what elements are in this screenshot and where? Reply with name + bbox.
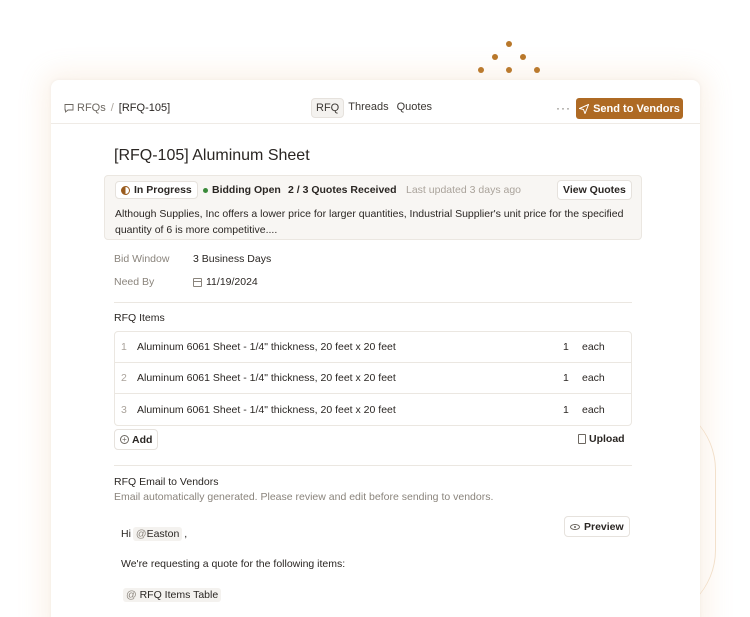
file-icon (578, 434, 586, 444)
need-by-label: Need By (114, 276, 155, 288)
recipient-mention[interactable]: @Easton (132, 527, 183, 541)
eye-icon (570, 523, 580, 530)
row-quantity[interactable]: 1 (563, 341, 569, 353)
email-greeting[interactable]: Hi @Easton , (121, 527, 187, 541)
tab-quotes[interactable]: Quotes (393, 98, 436, 118)
status-panel: In Progress Bidding Open 2 / 3 Quotes Re… (104, 175, 642, 240)
row-quantity[interactable]: 1 (563, 372, 569, 384)
divider (114, 302, 632, 303)
page-title: [RFQ-105] Aluminum Sheet (114, 147, 310, 164)
row-number: 3 (121, 403, 127, 416)
row-unit[interactable]: each (582, 341, 605, 353)
status-summary: Although Supplies, Inc offers a lower pr… (115, 208, 624, 236)
status-badge-bidding: Bidding Open (203, 181, 281, 199)
at-icon: @ (126, 589, 137, 601)
table-mention-label: RFQ Items Table (139, 589, 219, 601)
last-updated-text: Last updated 3 days ago (406, 184, 522, 196)
add-item-button[interactable]: + Add (114, 429, 159, 450)
breadcrumb-root[interactable]: RFQs (77, 102, 106, 114)
progress-icon (121, 185, 130, 195)
email-section-title: RFQ Email to Vendors (114, 476, 219, 488)
row-number: 1 (121, 341, 127, 353)
row-description[interactable]: Aluminum 6061 Sheet - 1/4" thickness, 20… (137, 341, 396, 353)
need-by-date: 11/19/2024 (206, 276, 258, 288)
plus-icon: + (120, 435, 129, 444)
bid-window-text: 3 Business Days (193, 253, 272, 265)
tab-bar: RFQ Threads Quotes (311, 98, 436, 118)
calendar-icon (193, 277, 202, 287)
bid-window-value[interactable]: 3 Business Days (193, 253, 271, 265)
rfq-items-table: 1 Aluminum 6061 Sheet - 1/4" thickness, … (114, 331, 632, 426)
rfq-card: RFQs / [RFQ-105] RFQ Threads Quotes ··· … (51, 80, 700, 617)
need-by-value[interactable]: 11/19/2024 (193, 276, 258, 288)
table-mention[interactable]: @ RFQ Items Table (123, 588, 222, 602)
send-icon (579, 103, 590, 114)
more-options-button[interactable]: ··· (556, 101, 571, 115)
rfq-items-title: RFQ Items (114, 312, 165, 324)
at-icon: @ (135, 528, 147, 540)
top-bar: RFQs / [RFQ-105] RFQ Threads Quotes ··· … (51, 80, 700, 124)
row-description[interactable]: Aluminum 6061 Sheet - 1/4" thickness, 20… (137, 404, 396, 416)
status-progress-label: In Progress (134, 184, 192, 196)
table-row[interactable]: 3 Aluminum 6061 Sheet - 1/4" thickness, … (115, 394, 631, 425)
send-to-vendors-label: Send to Vendors (593, 102, 680, 115)
upload-label: Upload (589, 433, 625, 445)
table-row[interactable]: 1 Aluminum 6061 Sheet - 1/4" thickness, … (115, 332, 631, 363)
row-number: 2 (121, 372, 127, 384)
decor-dot (506, 67, 512, 73)
status-bidding-label: Bidding Open (212, 184, 281, 196)
decor-dot (478, 67, 484, 73)
breadcrumb: RFQs / [RFQ-105] (64, 102, 170, 114)
upload-button[interactable]: Upload (578, 433, 625, 445)
add-item-label: Add (132, 433, 153, 446)
chat-icon (64, 104, 74, 113)
status-badge-progress: In Progress (115, 181, 198, 199)
view-quotes-button[interactable]: View Quotes (557, 180, 632, 200)
decor-dot (534, 67, 540, 73)
email-subtitle: Email automatically generated. Please re… (114, 491, 494, 503)
breadcrumb-current: [RFQ-105] (118, 102, 171, 114)
row-description[interactable]: Aluminum 6061 Sheet - 1/4" thickness, 20… (137, 372, 396, 384)
decor-dot (520, 54, 526, 60)
quotes-received-count: 2 / 3 Quotes Received (288, 184, 397, 196)
tab-threads[interactable]: Threads (344, 98, 392, 118)
preview-button[interactable]: Preview (564, 516, 630, 537)
decor-dot (492, 54, 498, 60)
status-dot-icon (203, 187, 208, 193)
breadcrumb-separator: / (110, 102, 114, 114)
row-unit[interactable]: each (582, 372, 605, 384)
row-unit[interactable]: each (582, 404, 605, 416)
mention-name: Easton (146, 528, 180, 540)
greeting-suffix: , (184, 528, 188, 540)
divider (114, 465, 632, 466)
send-to-vendors-button[interactable]: Send to Vendors (576, 98, 683, 119)
decor-dot (506, 41, 512, 47)
table-row[interactable]: 2 Aluminum 6061 Sheet - 1/4" thickness, … (115, 363, 631, 394)
greeting-prefix: Hi (121, 528, 131, 540)
row-quantity[interactable]: 1 (563, 404, 569, 416)
email-body-line[interactable]: We're requesting a quote for the followi… (121, 558, 345, 570)
bid-window-label: Bid Window (114, 253, 170, 265)
preview-label: Preview (584, 520, 624, 533)
tab-rfq[interactable]: RFQ (311, 98, 345, 118)
email-table-mention-line[interactable]: @ RFQ Items Table (121, 588, 223, 602)
